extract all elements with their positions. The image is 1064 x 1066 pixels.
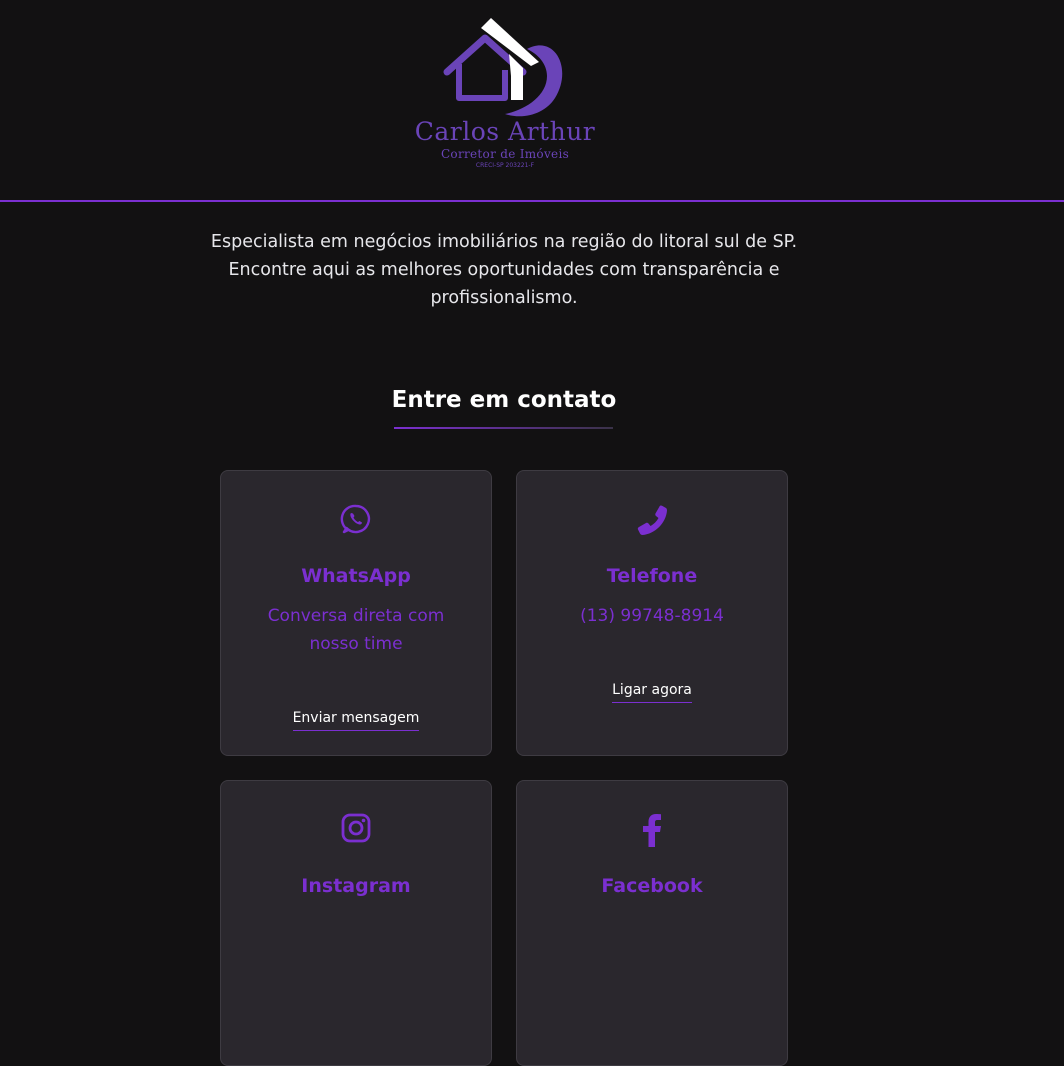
whatsapp-icon xyxy=(221,503,491,537)
intro-text: Especialista em negócios imobiliários na… xyxy=(210,232,798,308)
card-title: Telefone xyxy=(606,565,698,587)
contact-card-instagram: Instagram xyxy=(220,780,492,1066)
brand-creci: CRECI-SP 203221-F xyxy=(475,162,535,169)
contact-card-facebook: Facebook xyxy=(516,780,788,1066)
send-message-link[interactable]: Enviar mensagem xyxy=(292,710,420,731)
house-logo-icon xyxy=(443,18,563,117)
contact-card-whatsapp: WhatsApp Conversa direta com nosso time … xyxy=(220,470,492,756)
card-title: Instagram xyxy=(301,875,411,897)
contact-card-phone: Telefone (13) 99748-8914 Ligar agora xyxy=(516,470,788,756)
card-description: Conversa direta com nosso time xyxy=(267,606,445,654)
brand-subtitle: Corretor de Imóveis xyxy=(440,147,570,161)
brand-logo[interactable]: Carlos Arthur Corretor de Imóveis CRECI-… xyxy=(405,14,605,174)
facebook-icon xyxy=(517,813,787,847)
instagram-icon xyxy=(221,813,491,847)
card-title: WhatsApp xyxy=(301,565,411,587)
call-now-link[interactable]: Ligar agora xyxy=(612,682,692,703)
phone-icon xyxy=(517,503,787,537)
brand-name: Carlos Arthur xyxy=(414,117,596,146)
card-title: Facebook xyxy=(601,875,703,897)
section-title-underline xyxy=(394,427,613,429)
site-header: Carlos Arthur Corretor de Imóveis CRECI-… xyxy=(0,0,1064,202)
card-description: (13) 99748-8914 xyxy=(580,606,724,626)
contact-section-title: Entre em contato xyxy=(391,387,617,413)
